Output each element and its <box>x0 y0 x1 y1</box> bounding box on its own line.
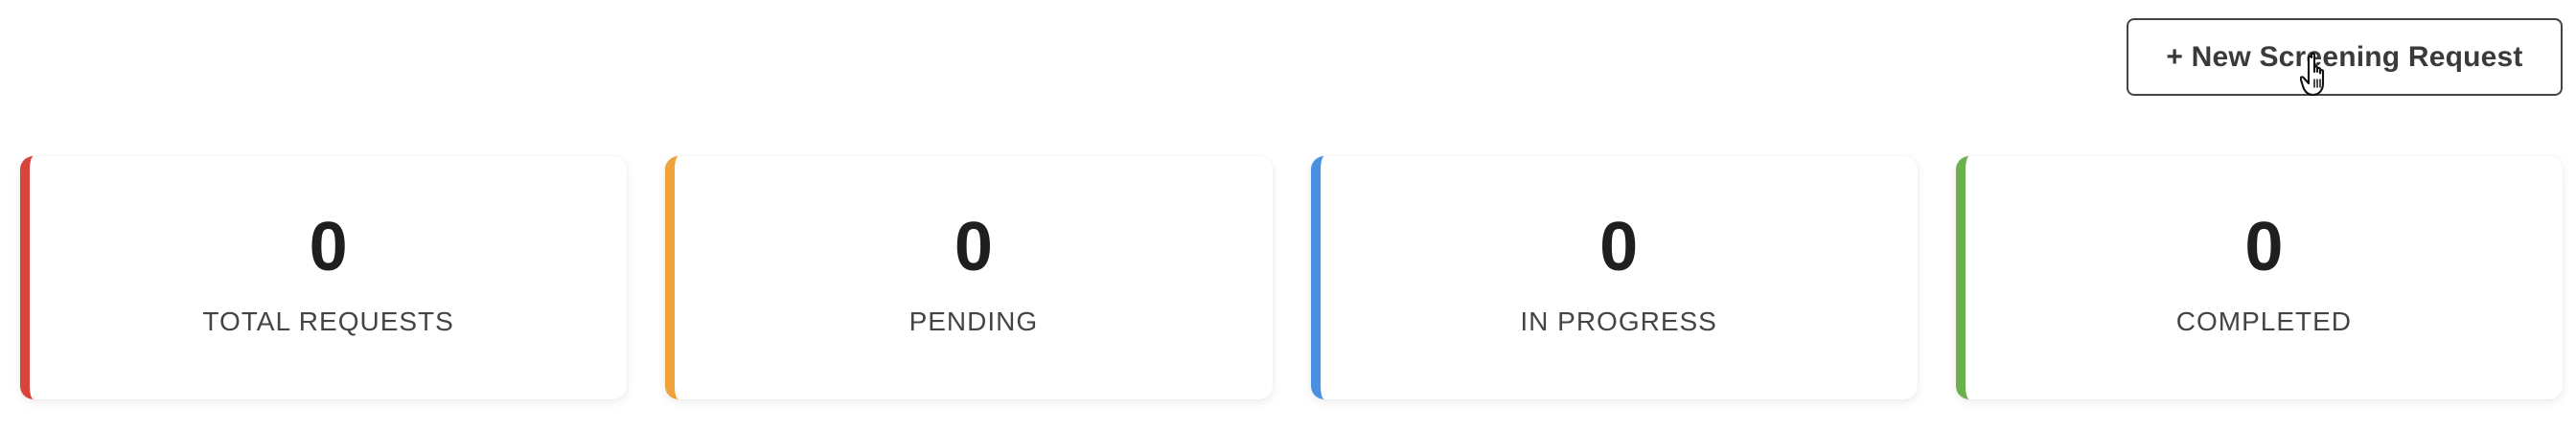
dashboard-page: + New Screening Request 0 TOTAL REQUESTS… <box>0 0 2576 431</box>
new-screening-request-button[interactable]: + New Screening Request <box>2127 18 2563 96</box>
stat-label: IN PROGRESS <box>1520 306 1717 336</box>
stat-card-completed: 0 COMPLETED <box>1955 156 2563 399</box>
stat-card-in-progress: 0 IN PROGRESS <box>1310 156 1918 399</box>
stat-label: TOTAL REQUESTS <box>202 306 454 336</box>
stat-label: PENDING <box>908 306 1039 336</box>
stat-value: 0 <box>309 209 348 285</box>
stat-value: 0 <box>2244 209 2284 285</box>
stat-label: COMPLETED <box>2175 306 2352 336</box>
stats-row: 0 TOTAL REQUESTS 0 PENDING 0 IN PROGRESS… <box>20 156 2563 399</box>
stat-value: 0 <box>1599 209 1639 285</box>
stat-value: 0 <box>954 209 993 285</box>
stat-card-pending: 0 PENDING <box>665 156 1273 399</box>
stat-card-total-requests: 0 TOTAL REQUESTS <box>20 156 628 399</box>
